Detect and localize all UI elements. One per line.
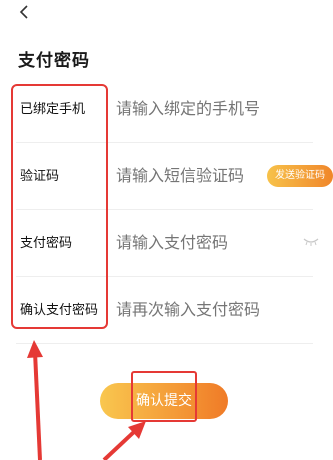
- annotation-arrows: [27, 340, 146, 460]
- annotation-arrow-right: [102, 421, 146, 460]
- annotation-arrow-left: [27, 340, 43, 460]
